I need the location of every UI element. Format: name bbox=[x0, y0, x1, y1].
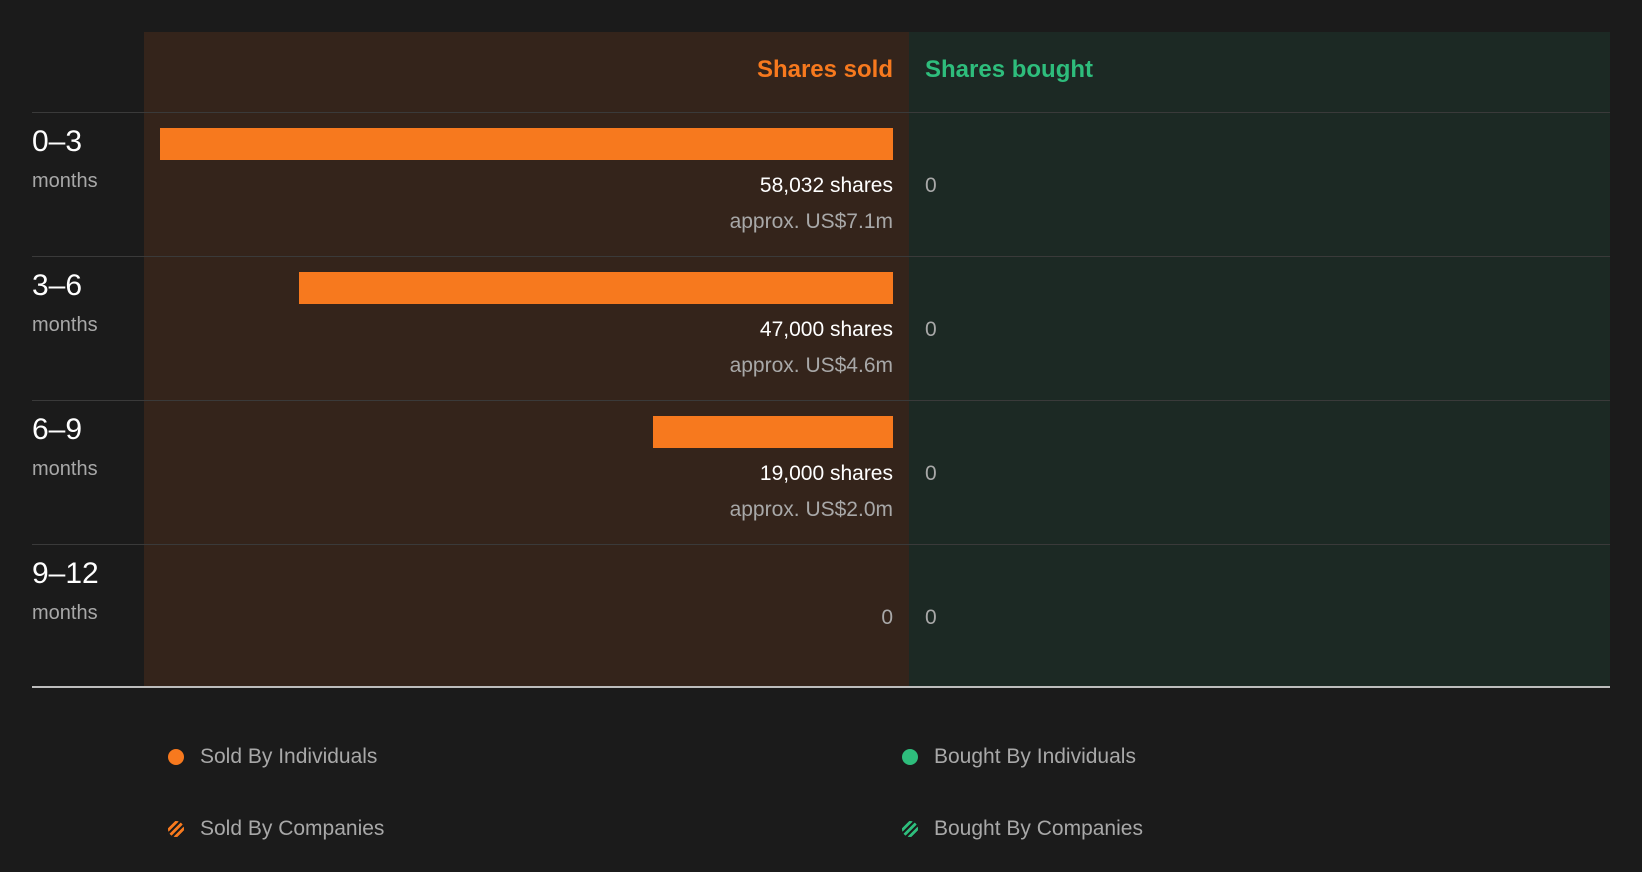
sold-shares-label: 19,000 shares bbox=[759, 462, 893, 485]
sold-approx-value: approx. US$2.0m bbox=[729, 498, 893, 521]
hatched-dot-icon bbox=[168, 821, 184, 837]
bought-shares-label: 0 bbox=[925, 606, 937, 629]
bought-shares-label: 0 bbox=[925, 318, 937, 341]
row-unit-label: months bbox=[32, 170, 98, 192]
row-period-label: 9–12 bbox=[32, 557, 99, 590]
row-period-label: 6–9 bbox=[32, 413, 83, 446]
row-6-9-months: 6–9 months 19,000 shares approx. US$2.0m… bbox=[0, 400, 1642, 544]
sold-shares-label: 58,032 shares bbox=[759, 174, 893, 197]
shares-bought-title: Shares bought bbox=[925, 56, 1094, 83]
row-period-label: 3–6 bbox=[32, 269, 83, 302]
chart-baseline bbox=[32, 686, 1610, 688]
sold-bar[interactable] bbox=[653, 416, 893, 448]
row-9-12-months: 9–12 months 0 0 bbox=[0, 544, 1642, 688]
legend-item-sold-companies[interactable]: Sold By Companies bbox=[168, 814, 384, 844]
bought-shares-label: 0 bbox=[925, 462, 937, 485]
sold-bar[interactable] bbox=[299, 272, 893, 304]
legend-item-bought-companies[interactable]: Bought By Companies bbox=[902, 814, 1143, 844]
legend-label: Bought By Individuals bbox=[934, 745, 1136, 768]
sold-approx-value: approx. US$4.6m bbox=[729, 354, 893, 377]
sold-bar[interactable] bbox=[160, 128, 893, 160]
hatched-dot-icon bbox=[902, 821, 918, 837]
row-3-6-months: 3–6 months 47,000 shares approx. US$4.6m… bbox=[0, 256, 1642, 400]
row-unit-label: months bbox=[32, 458, 98, 480]
insider-trading-chart: Shares sold Shares bought 0–3 months 58,… bbox=[0, 0, 1642, 700]
row-unit-label: months bbox=[32, 314, 98, 336]
legend-item-bought-individuals[interactable]: Bought By Individuals bbox=[902, 742, 1136, 772]
sold-approx-value: approx. US$7.1m bbox=[729, 210, 893, 233]
solid-dot-icon bbox=[902, 749, 918, 765]
legend-item-sold-individuals[interactable]: Sold By Individuals bbox=[168, 742, 377, 772]
legend-label: Sold By Individuals bbox=[200, 745, 378, 768]
row-0-3-months: 0–3 months 58,032 shares approx. US$7.1m… bbox=[0, 112, 1642, 256]
sold-shares-label: 47,000 shares bbox=[759, 318, 893, 341]
row-unit-label: months bbox=[32, 602, 98, 624]
row-period-label: 0–3 bbox=[32, 125, 83, 158]
solid-dot-icon bbox=[168, 749, 184, 765]
legend-label: Sold By Companies bbox=[200, 817, 385, 840]
legend-label: Bought By Companies bbox=[934, 817, 1143, 840]
sold-shares-label: 0 bbox=[881, 606, 893, 629]
shares-sold-title: Shares sold bbox=[756, 56, 893, 83]
bought-shares-label: 0 bbox=[925, 174, 937, 197]
